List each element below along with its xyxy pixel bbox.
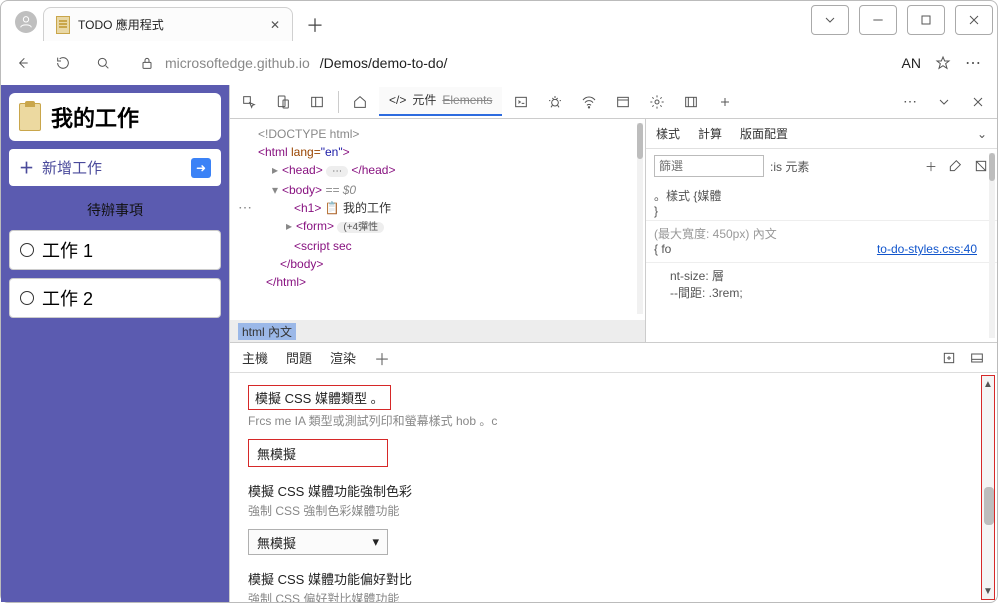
chevron-down-icon[interactable]: ⌄ — [977, 127, 987, 141]
devtools-drawer: 主機 問題 渲染 ＋ 模擬 CSS 媒體類型 。 Frcs me IA 類型或測… — [230, 342, 997, 602]
scroll-down-icon[interactable]: ▼ — [982, 583, 994, 599]
app-header: 我的工作 — [9, 93, 221, 141]
styles-tabs: 樣式 計算 版面配置 ⌄ — [646, 119, 997, 149]
more-tools-icon[interactable] — [608, 89, 638, 115]
task-item[interactable]: 工作 2 — [9, 278, 221, 318]
drawer-tab-rendering[interactable]: 渲染 — [330, 348, 356, 367]
task-checkbox[interactable] — [20, 291, 34, 305]
lock-icon — [139, 55, 155, 71]
rendering-panel: 模擬 CSS 媒體類型 。 Frcs me IA 類型或測試列印和螢幕樣式 ho… — [230, 373, 997, 602]
device-icon[interactable] — [268, 89, 298, 115]
submit-icon[interactable]: ➜ — [191, 158, 211, 178]
url-path: /Demos/demo-to-do/ — [320, 55, 448, 71]
search-icon[interactable] — [89, 49, 117, 77]
drawer-add-tab-icon[interactable]: ＋ — [374, 346, 390, 370]
address-bar: microsoftedge.github.io/Demos/demo-to-do… — [1, 41, 997, 85]
window-maximize-button[interactable] — [907, 5, 945, 35]
stylesheet-link[interactable]: to-do-styles.css:40 — [877, 242, 977, 256]
profile-badge[interactable]: AN — [902, 55, 921, 71]
url-host: microsoftedge.github.io — [165, 55, 310, 71]
window-close-button[interactable] — [955, 5, 993, 35]
forced-colors-label: 模擬 CSS 媒體功能強制色彩 — [248, 481, 979, 500]
refresh-button[interactable] — [49, 49, 77, 77]
elements-tab-label: 元件 — [412, 91, 436, 108]
window-caret-button[interactable] — [811, 5, 849, 35]
elements-tab[interactable]: </> 元件 Elements — [379, 87, 502, 116]
task-item[interactable]: 工作 1 — [9, 230, 221, 270]
panel-icon[interactable] — [302, 89, 332, 115]
styles-scrollbar[interactable] — [989, 153, 995, 338]
devtools: </> 元件 Elements ⋯ ⋯ <!DOCTYPE — [229, 85, 997, 602]
chevron-down-icon: ▾ — [372, 534, 379, 550]
task-checkbox[interactable] — [20, 243, 34, 257]
tab-title: TODO 應用程式 — [78, 16, 262, 33]
styles-filter-input[interactable] — [654, 155, 764, 177]
dom-scrollbar[interactable] — [637, 123, 643, 314]
add-panel-icon[interactable] — [710, 89, 740, 115]
console-icon[interactable] — [506, 89, 536, 115]
url-field[interactable]: microsoftedge.github.io/Demos/demo-to-do… — [129, 47, 890, 79]
window-minimize-button[interactable] — [859, 5, 897, 35]
devtools-more-icon[interactable]: ⋯ — [897, 93, 925, 110]
add-task-button[interactable]: ＋ 新增工作 ➜ — [9, 149, 221, 186]
styles-tab[interactable]: 樣式 — [656, 125, 680, 142]
dom-tree[interactable]: ⋯ <!DOCTYPE html> <html lang="en"> ▸<hea… — [230, 119, 645, 342]
add-rule-icon[interactable]: ＋ — [925, 158, 937, 175]
new-tab-button[interactable]: ＋ — [303, 13, 327, 37]
brush-icon[interactable] — [947, 158, 963, 174]
drawer-tab-console[interactable]: 主機 — [242, 348, 268, 367]
browser-tab[interactable]: TODO 應用程式 ✕ — [43, 7, 293, 41]
scroll-up-icon[interactable]: ▲ — [982, 376, 994, 392]
devtools-settings-icon[interactable] — [929, 89, 959, 115]
back-button[interactable] — [9, 49, 37, 77]
emulate-media-type-desc: Frcs me IA 類型或測試列印和螢幕樣式 hob 。c — [248, 412, 979, 429]
more-icon[interactable]: ⋯ — [965, 53, 983, 73]
inspect-icon[interactable] — [234, 89, 264, 115]
tab-close-icon[interactable]: ✕ — [270, 18, 280, 32]
gutter-more-icon[interactable]: ⋯ — [238, 199, 254, 216]
forced-colors-select[interactable]: 無模擬▾ — [248, 529, 388, 555]
computed-tab[interactable]: 計算 — [698, 125, 722, 142]
prefers-contrast-label: 模擬 CSS 媒體功能偏好對比 — [248, 569, 979, 588]
clipboard-icon — [19, 103, 41, 131]
dom-breadcrumb[interactable]: html 內文 — [230, 320, 645, 342]
drawer-dock-icon[interactable] — [969, 350, 985, 366]
profile-avatar[interactable] — [15, 11, 37, 33]
forced-colors-desc: 強制 CSS 強制色彩媒體功能 — [248, 502, 979, 519]
favorite-icon[interactable] — [935, 55, 951, 71]
task-text: 工作 2 — [42, 285, 93, 311]
browser-titlebar: TODO 應用程式 ✕ ＋ — [1, 1, 997, 41]
prefers-contrast-desc: 強制 CSS 偏好對比媒體功能 — [248, 590, 979, 602]
styles-pane: 樣式 計算 版面配置 ⌄ :is 元素 ＋ — [645, 119, 997, 342]
app-pane: 我的工作 ＋ 新增工作 ➜ 待辦事項 工作 1 工作 2 — [1, 85, 229, 602]
home-icon[interactable] — [345, 89, 375, 115]
section-label: 待辦事項 — [9, 200, 221, 220]
network-icon[interactable] — [574, 89, 604, 115]
app-title: 我的工作 — [51, 101, 139, 133]
contrast-icon[interactable] — [973, 158, 989, 174]
layout-tab[interactable]: 版面配置 — [740, 125, 788, 142]
performance-icon[interactable] — [642, 89, 672, 115]
is-element-label: :is 元素 — [770, 158, 809, 175]
emulate-media-type-label: 模擬 CSS 媒體類型 。 — [248, 385, 391, 410]
drawer-export-icon[interactable] — [941, 350, 957, 366]
devtools-close-icon[interactable] — [963, 89, 993, 115]
devtools-toolbar: </> 元件 Elements ⋯ — [230, 85, 997, 119]
tab-favicon — [56, 16, 70, 34]
drawer-tab-issues[interactable]: 問題 — [286, 348, 312, 367]
emulate-media-type-select[interactable]: 無模擬 — [248, 439, 388, 467]
plus-icon: ＋ — [19, 157, 34, 178]
drawer-scrollbar[interactable]: ▲ ▼ — [981, 375, 995, 600]
memory-icon[interactable] — [676, 89, 706, 115]
add-task-label: 新增工作 — [42, 157, 102, 178]
task-text: 工作 1 — [42, 237, 93, 263]
bug-icon[interactable] — [540, 89, 570, 115]
elements-tab-strike: Elements — [442, 93, 492, 107]
